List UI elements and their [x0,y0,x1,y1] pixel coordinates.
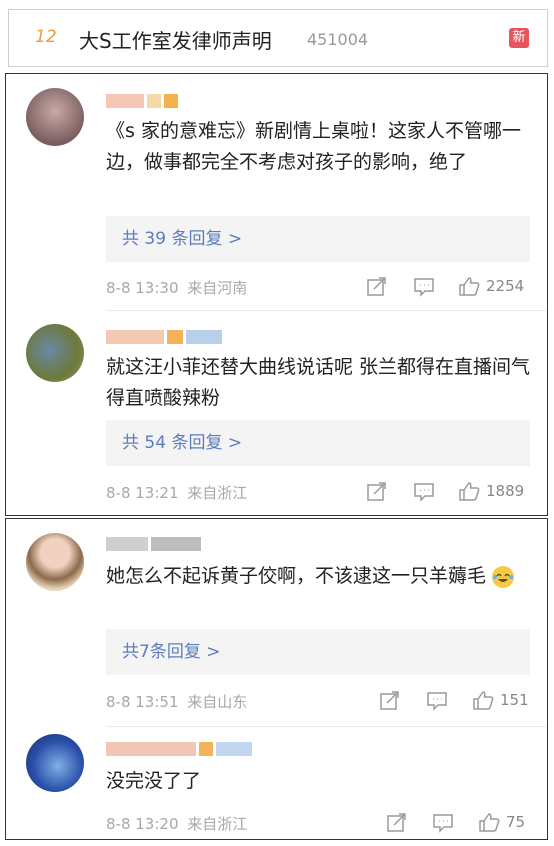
replies-link[interactable]: 共 39 条回复 > [106,216,530,262]
share-icon[interactable] [366,482,388,502]
avatar[interactable] [26,533,84,591]
timestamp: 8-8 13:30 [106,279,179,297]
replies-link[interactable]: 共7条回复 > [106,629,530,675]
thumbs-up-icon[interactable] [458,276,480,296]
timestamp: 8-8 13:20 [106,815,179,833]
share-icon[interactable] [386,813,408,833]
trend-rank: 12 [35,27,57,47]
trending-topic-card[interactable]: 12 大S工作室发律师声明 451004 新 [8,9,548,67]
avatar[interactable] [26,88,84,146]
location: 来自浙江 [187,484,248,502]
like-count: 151 [500,691,529,709]
comment-text: 她怎么不起诉黄子佼啊，不该逮这一只羊薅毛 [106,561,536,592]
comment-icon[interactable] [432,813,454,833]
comment-text: 《s 家的意难忘》新剧情上桌啦！这家人不管哪一边，做事都完全不考虑对孩子的影响，… [106,120,521,173]
share-icon[interactable] [366,277,388,297]
laughing-crying-emoji-icon [492,565,515,588]
comment-icon[interactable] [413,482,435,502]
location: 来自山东 [187,693,248,711]
comment-text-content: 她怎么不起诉黄子佼啊，不该逮这一只羊薅毛 [106,565,487,587]
trend-count: 451004 [307,30,369,49]
location: 来自河南 [187,279,248,297]
comment-item: 没完没了了 8-8 13:20 来自浙江 75 [6,726,547,836]
like-count: 1889 [486,482,525,500]
username-blurred[interactable] [106,330,222,344]
comment-item: 《s 家的意难忘》新剧情上桌啦！这家人不管哪一边，做事都完全不考虑对孩子的影响，… [6,74,547,304]
comment-icon[interactable] [426,691,448,711]
replies-link[interactable]: 共 54 条回复 > [106,420,530,466]
like-count: 2254 [486,277,525,295]
avatar[interactable] [26,324,84,382]
thumbs-up-icon[interactable] [472,690,494,710]
comment-text: 没完没了了 [106,770,202,792]
share-icon[interactable] [379,691,401,711]
comment-meta: 8-8 13:21 来自浙江 [106,482,247,503]
location: 来自浙江 [187,815,248,833]
thumbs-up-icon[interactable] [458,481,480,501]
comment-item: 就这汪小菲还替大曲线说话呢 张兰都得在直播间气得直喷酸辣粉 共 54 条回复 >… [6,310,547,515]
comment-text: 就这汪小菲还替大曲线说话呢 张兰都得在直播间气得直喷酸辣粉 [106,356,531,409]
trend-title[interactable]: 大S工作室发律师声明 [79,25,272,54]
new-badge: 新 [509,28,529,48]
comment-meta: 8-8 13:20 来自浙江 [106,813,247,834]
username-blurred[interactable] [106,537,201,551]
timestamp: 8-8 13:51 [106,693,179,711]
avatar[interactable] [26,734,84,792]
comment-meta: 8-8 13:30 来自河南 [106,277,247,298]
username-blurred[interactable] [106,94,178,108]
username-blurred[interactable] [106,742,252,756]
like-count: 75 [506,813,526,831]
comment-panel-1: 《s 家的意难忘》新剧情上桌啦！这家人不管哪一边，做事都完全不考虑对孩子的影响，… [5,73,548,516]
comment-panel-2: 她怎么不起诉黄子佼啊，不该逮这一只羊薅毛 共7条回复 > 8-8 13:51 来… [5,518,548,840]
comment-item: 她怎么不起诉黄子佼啊，不该逮这一只羊薅毛 共7条回复 > 8-8 13:51 来… [6,519,547,724]
comment-icon[interactable] [413,277,435,297]
comment-meta: 8-8 13:51 来自山东 [106,691,247,712]
timestamp: 8-8 13:21 [106,484,179,502]
thumbs-up-icon[interactable] [478,812,500,832]
